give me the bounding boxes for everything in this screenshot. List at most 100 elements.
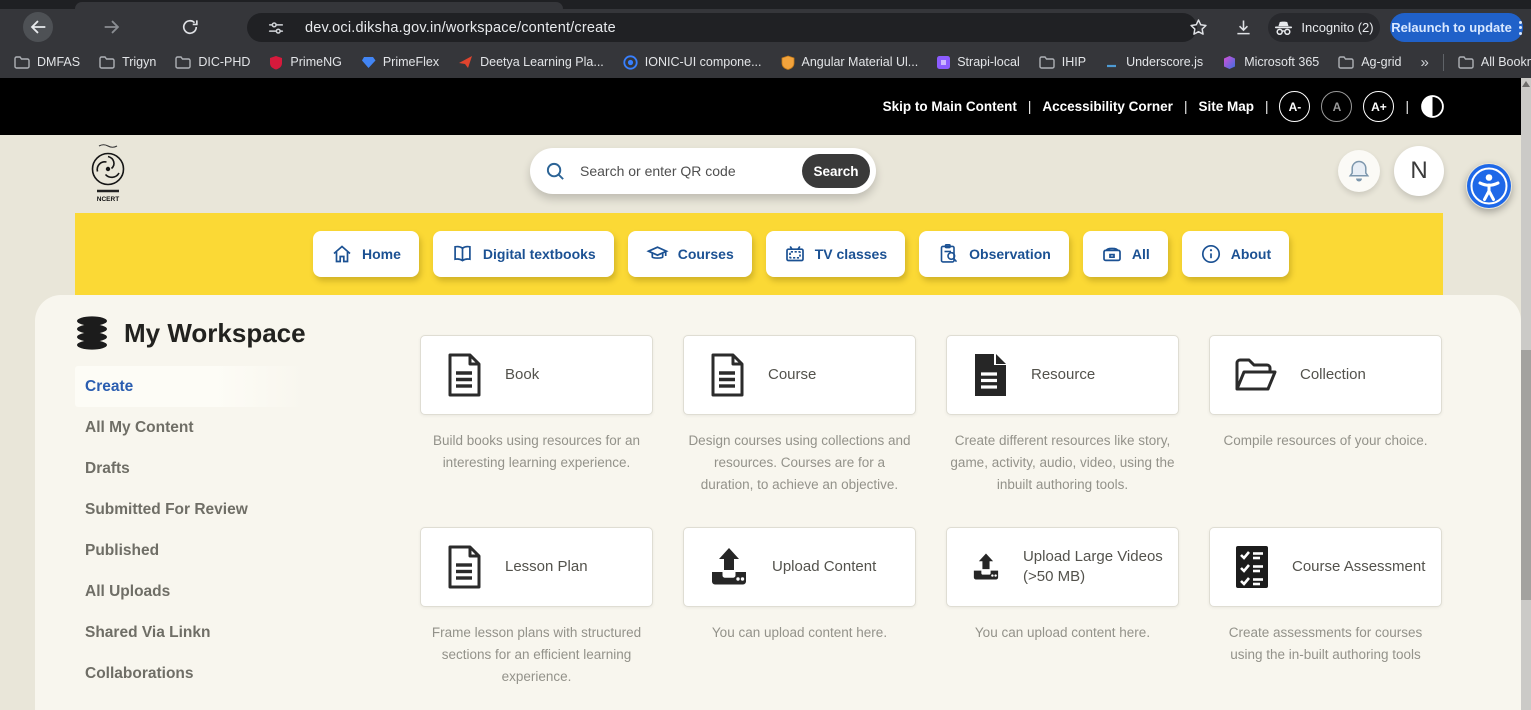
scrollbar-up-arrow-icon[interactable] <box>1522 81 1530 87</box>
bookmark-ag-grid[interactable]: Ag-grid <box>1338 55 1401 69</box>
card-description: Compile resources of your choice. <box>1209 430 1442 452</box>
profile-avatar[interactable]: N <box>1394 146 1444 196</box>
sidebar-item-shared-via-link[interactable]: Shared Via Linkn <box>75 612 307 653</box>
scrollbar-thumb[interactable] <box>1521 350 1531 600</box>
bookmark-dic-phd[interactable]: DIC-PHD <box>175 55 250 69</box>
card-label: Lesson Plan <box>505 557 596 577</box>
url-text[interactable]: dev.oci.diksha.gov.in/workspace/content/… <box>305 20 616 36</box>
relaunch-to-update-button[interactable]: Relaunch to update <box>1390 13 1523 42</box>
page-scrollbar[interactable] <box>1521 78 1531 710</box>
sidebar-item-create[interactable]: Create <box>75 366 307 407</box>
card-label: Resource <box>1031 365 1103 385</box>
nav-label: All <box>1132 246 1150 262</box>
bookmark-strapi[interactable]: Strapi-local <box>937 55 1020 69</box>
card-description: Frame lesson plans with structured secti… <box>420 622 653 688</box>
font-decrease-button[interactable]: A- <box>1279 91 1310 122</box>
card-description: You can upload content here. <box>683 622 916 644</box>
all-bookmarks-button[interactable]: All Bookmarks <box>1458 55 1531 69</box>
search-input[interactable] <box>578 162 790 180</box>
nav-label: About <box>1231 246 1271 262</box>
underscore-icon <box>1105 56 1119 68</box>
bookmark-trigyn[interactable]: Trigyn <box>99 55 156 69</box>
bookmark-microsoft365[interactable]: Microsoft 365 <box>1222 55 1319 70</box>
nav-observation[interactable]: Observation <box>919 231 1069 277</box>
bookmark-ihip[interactable]: IHIP <box>1039 55 1086 69</box>
sidebar-item-published[interactable]: Published <box>75 530 307 571</box>
bookmark-label: IHIP <box>1062 55 1086 69</box>
incognito-badge[interactable]: Incognito (2) <box>1268 13 1380 42</box>
folder-icon <box>99 56 115 69</box>
shield-red-icon <box>269 55 283 70</box>
bookmark-label: Underscore.js <box>1126 55 1203 69</box>
card-resource[interactable]: Resource <box>946 335 1179 415</box>
search-bar: Search <box>530 148 876 194</box>
url-bar[interactable]: dev.oci.diksha.gov.in/workspace/content/… <box>247 13 1197 42</box>
folder-icon <box>1338 56 1354 69</box>
active-tab-edge[interactable] <box>75 2 563 9</box>
accessibility-widget-button[interactable] <box>1466 163 1512 209</box>
back-arrow-icon <box>27 16 49 38</box>
nav-label: Home <box>362 246 401 262</box>
browser-menu-icon[interactable] <box>1519 21 1522 35</box>
bookmark-primeng[interactable]: PrimeNG <box>269 55 341 70</box>
site-settings-icon[interactable] <box>267 19 285 37</box>
nav-courses[interactable]: Courses <box>628 231 752 277</box>
skip-to-main-link[interactable]: Skip to Main Content <box>883 99 1017 114</box>
card-cell: Course Assessment Create assessments for… <box>1209 527 1442 710</box>
forward-button[interactable] <box>97 12 127 42</box>
bookmark-ionic[interactable]: IONIC-UI compone... <box>623 55 762 70</box>
info-icon <box>1200 243 1222 265</box>
card-collection[interactable]: Collection <box>1209 335 1442 415</box>
workspace-sidebar: My Workspace Create All My Content Draft… <box>75 315 307 694</box>
nav-all[interactable]: All <box>1083 231 1168 277</box>
bookmarks-overflow-button[interactable]: » <box>1421 54 1429 71</box>
bookmark-label: Strapi-local <box>957 55 1020 69</box>
search-button[interactable]: Search <box>802 154 870 188</box>
contrast-toggle-icon[interactable] <box>1420 94 1445 119</box>
accessibility-corner-link[interactable]: Accessibility Corner <box>1042 99 1173 114</box>
nav-home[interactable]: Home <box>313 231 419 277</box>
card-description: Build books using resources for an inter… <box>420 430 653 474</box>
home-icon <box>331 243 353 265</box>
nav-digital-textbooks[interactable]: Digital textbooks <box>433 231 614 277</box>
site-map-link[interactable]: Site Map <box>1198 99 1254 114</box>
book-icon <box>451 243 474 265</box>
avatar-initial: N <box>1410 157 1427 185</box>
sidebar-item-drafts[interactable]: Drafts <box>75 448 307 489</box>
bookmark-underscore[interactable]: Underscore.js <box>1105 55 1203 69</box>
browser-window: dev.oci.diksha.gov.in/workspace/content/… <box>0 0 1531 710</box>
card-lesson-plan[interactable]: Lesson Plan <box>420 527 653 607</box>
downloads-button[interactable] <box>1233 17 1254 43</box>
separator: | <box>1405 99 1409 114</box>
bookmark-angular-material[interactable]: Angular Material Ul... <box>781 55 919 70</box>
bookmark-dmfas[interactable]: DMFAS <box>14 55 80 69</box>
card-upload-content[interactable]: Upload Content <box>683 527 916 607</box>
card-course-assessment[interactable]: Course Assessment <box>1209 527 1442 607</box>
nav-about[interactable]: About <box>1182 231 1289 277</box>
sidebar-item-all-my-content[interactable]: All My Content <box>75 407 307 448</box>
bookmark-label: Angular Material Ul... <box>802 55 919 69</box>
card-upload-large-videos[interactable]: Upload Large Videos (>50 MB) <box>946 527 1179 607</box>
separator: | <box>1028 99 1032 114</box>
notifications-button[interactable] <box>1338 150 1380 192</box>
card-course[interactable]: Course <box>683 335 916 415</box>
site-header: NCERT Search N <box>0 135 1521 213</box>
workspace-panel: My Workspace Create All My Content Draft… <box>35 295 1521 710</box>
bookmark-deetya[interactable]: Deetya Learning Pla... <box>458 55 604 69</box>
nav-tv-classes[interactable]: TV classes <box>766 231 905 277</box>
card-book[interactable]: Book <box>420 335 653 415</box>
bookmark-primeflex[interactable]: PrimeFlex <box>361 55 439 69</box>
refresh-button[interactable] <box>175 12 205 42</box>
nav-label: Courses <box>678 246 734 262</box>
observation-icon <box>937 243 960 265</box>
bookmark-star-button[interactable] <box>1188 17 1209 43</box>
sidebar-item-submitted-for-review[interactable]: Submitted For Review <box>75 489 307 530</box>
sidebar-item-all-uploads[interactable]: All Uploads <box>75 571 307 612</box>
font-normal-button[interactable]: A <box>1321 91 1352 122</box>
sidebar-item-collaborations[interactable]: Collaborations <box>75 653 307 694</box>
target-blue-icon <box>623 55 638 70</box>
font-increase-button[interactable]: A+ <box>1363 91 1394 122</box>
back-button[interactable] <box>23 12 53 42</box>
card-label: Upload Large Videos (>50 MB) <box>1023 547 1178 588</box>
page-title: My Workspace <box>124 318 306 349</box>
